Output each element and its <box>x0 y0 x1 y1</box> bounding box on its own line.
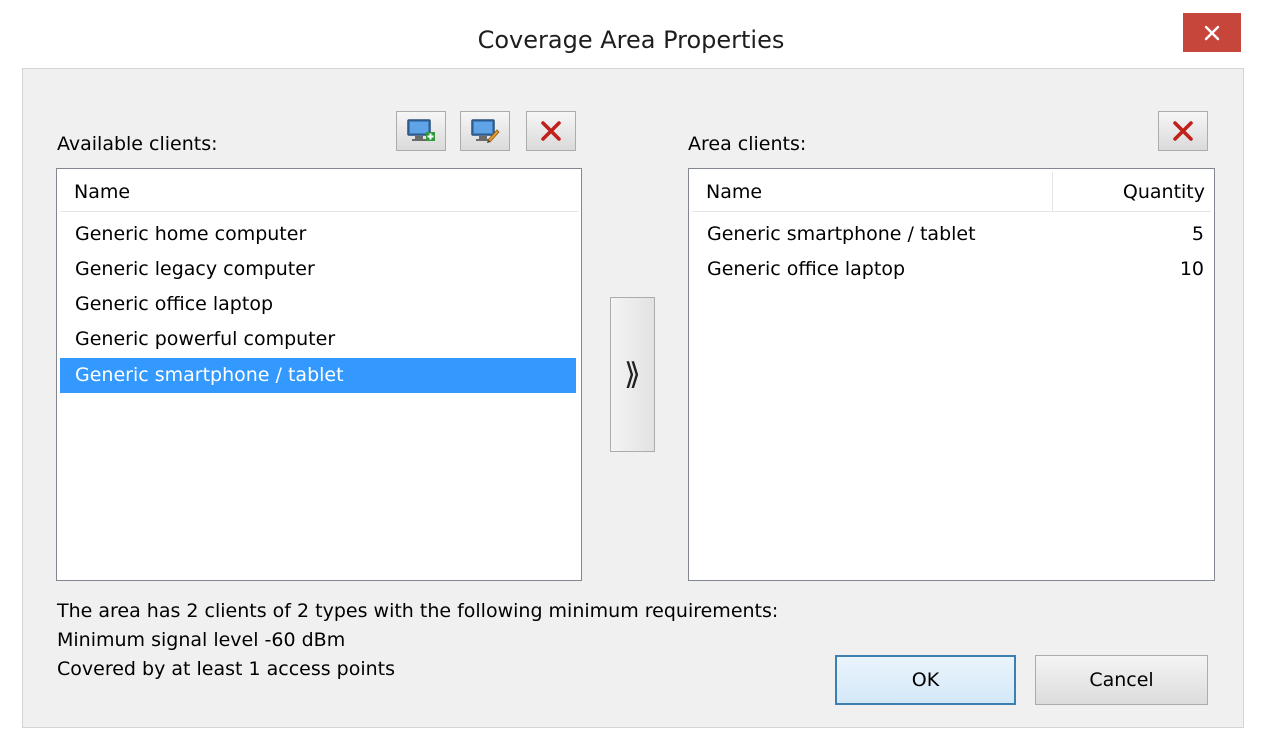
column-header-name[interactable]: Name <box>692 172 1052 211</box>
delete-icon <box>1173 121 1193 141</box>
edit-client-icon <box>471 119 500 143</box>
double-chevron-right-icon: ⟫ <box>624 357 641 392</box>
summary-line-access-points: Covered by at least 1 access points <box>57 658 396 680</box>
close-button[interactable] <box>1183 13 1241 52</box>
area-clients-table[interactable]: Name Quantity Generic smartphone / table… <box>688 168 1215 581</box>
list-item-selected[interactable]: Generic smartphone / tablet <box>60 358 576 393</box>
add-client-button[interactable] <box>396 111 446 151</box>
table-row[interactable]: Generic office laptop 10 <box>692 252 1211 287</box>
list-item[interactable]: Generic legacy computer <box>60 252 576 287</box>
area-clients-label: Area clients: <box>688 133 807 155</box>
client-name-cell: Generic smartphone / tablet <box>707 223 976 245</box>
cancel-button[interactable]: Cancel <box>1035 655 1208 705</box>
list-item-label: Generic smartphone / tablet <box>75 364 344 386</box>
client-quantity-cell: 10 <box>1179 258 1204 280</box>
delete-icon <box>541 121 561 141</box>
ok-button[interactable]: OK <box>835 655 1016 705</box>
summary-line-clients: The area has 2 clients of 2 types with t… <box>57 600 779 622</box>
ok-button-label: OK <box>911 669 940 691</box>
list-item-label: Generic office laptop <box>75 293 274 315</box>
title-bar: Coverage Area Properties <box>0 0 1262 68</box>
dialog-title: Coverage Area Properties <box>477 26 785 54</box>
available-clients-list[interactable]: Name Generic home computer Generic legac… <box>56 168 582 581</box>
list-item-label: Generic home computer <box>75 223 307 245</box>
column-header-name[interactable]: Name <box>60 172 574 211</box>
edit-client-button[interactable] <box>460 111 510 151</box>
coverage-area-properties-dialog: Coverage Area Properties Available clien… <box>0 0 1262 731</box>
client-quantity-cell: 5 <box>1191 223 1204 245</box>
summary-line-signal: Minimum signal level -60 dBm <box>57 629 346 651</box>
list-item-label: Generic legacy computer <box>75 258 315 280</box>
list-item[interactable]: Generic powerful computer <box>60 322 576 357</box>
available-clients-label: Available clients: <box>57 133 218 155</box>
delete-available-client-button[interactable] <box>526 111 576 151</box>
add-client-icon <box>407 119 435 141</box>
delete-area-client-button[interactable] <box>1158 111 1208 151</box>
area-table-header: Name Quantity <box>692 172 1211 212</box>
column-header-quantity[interactable]: Quantity <box>1053 172 1211 211</box>
list-item[interactable]: Generic home computer <box>60 217 576 252</box>
available-list-header: Name <box>60 172 578 212</box>
list-item-label: Generic powerful computer <box>75 328 336 350</box>
close-icon <box>1204 25 1220 40</box>
cancel-button-label: Cancel <box>1089 669 1154 691</box>
table-row[interactable]: Generic smartphone / tablet 5 <box>692 217 1211 252</box>
add-to-area-button[interactable]: ⟫ <box>610 297 655 452</box>
list-item[interactable]: Generic office laptop <box>60 287 576 322</box>
client-name-cell: Generic office laptop <box>707 258 906 280</box>
